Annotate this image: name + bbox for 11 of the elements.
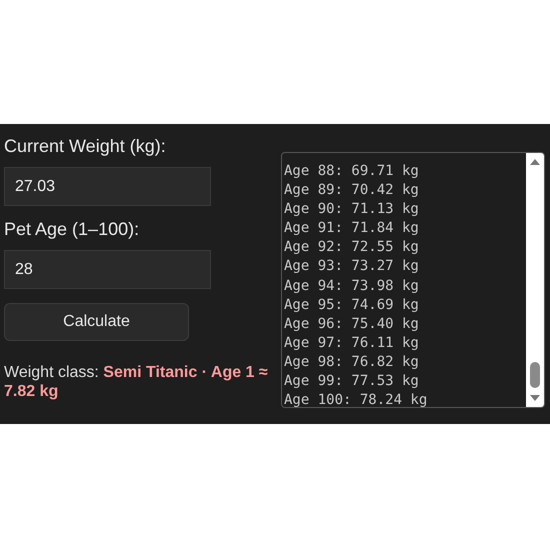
scroll-thumb[interactable] — [530, 362, 540, 388]
weight-label: Current Weight (kg): — [4, 135, 167, 158]
weight-input[interactable]: 27.03 — [4, 167, 211, 206]
scrollbar[interactable] — [526, 153, 544, 407]
result-text: Weight class: Semi Titanic · Age 1 ≈ 7.82 kg — [4, 363, 269, 401]
log-output: Age 88: 69.71 kg Age 89: 70.42 kg Age 90: 71.13 kg Age 91: 71.84 kg Age 92: 72.55 kg Age 93: 73.27 kg Age 94: 73.98 kg Age 95: 74.69 kg Age 96: 75.40 kg Age 97: 76.11 kg Age 98: 76.82 kg Age 99: 77.53 kg Age 100: 78.24 kg — [283, 162, 428, 407]
scroll-up-icon[interactable] — [529, 157, 541, 166]
scroll-down-icon[interactable] — [529, 394, 541, 403]
age-input[interactable]: 28 — [4, 250, 211, 289]
age-label: Pet Age (1–100): — [4, 218, 140, 241]
calculate-button[interactable]: Calculate — [4, 303, 189, 341]
